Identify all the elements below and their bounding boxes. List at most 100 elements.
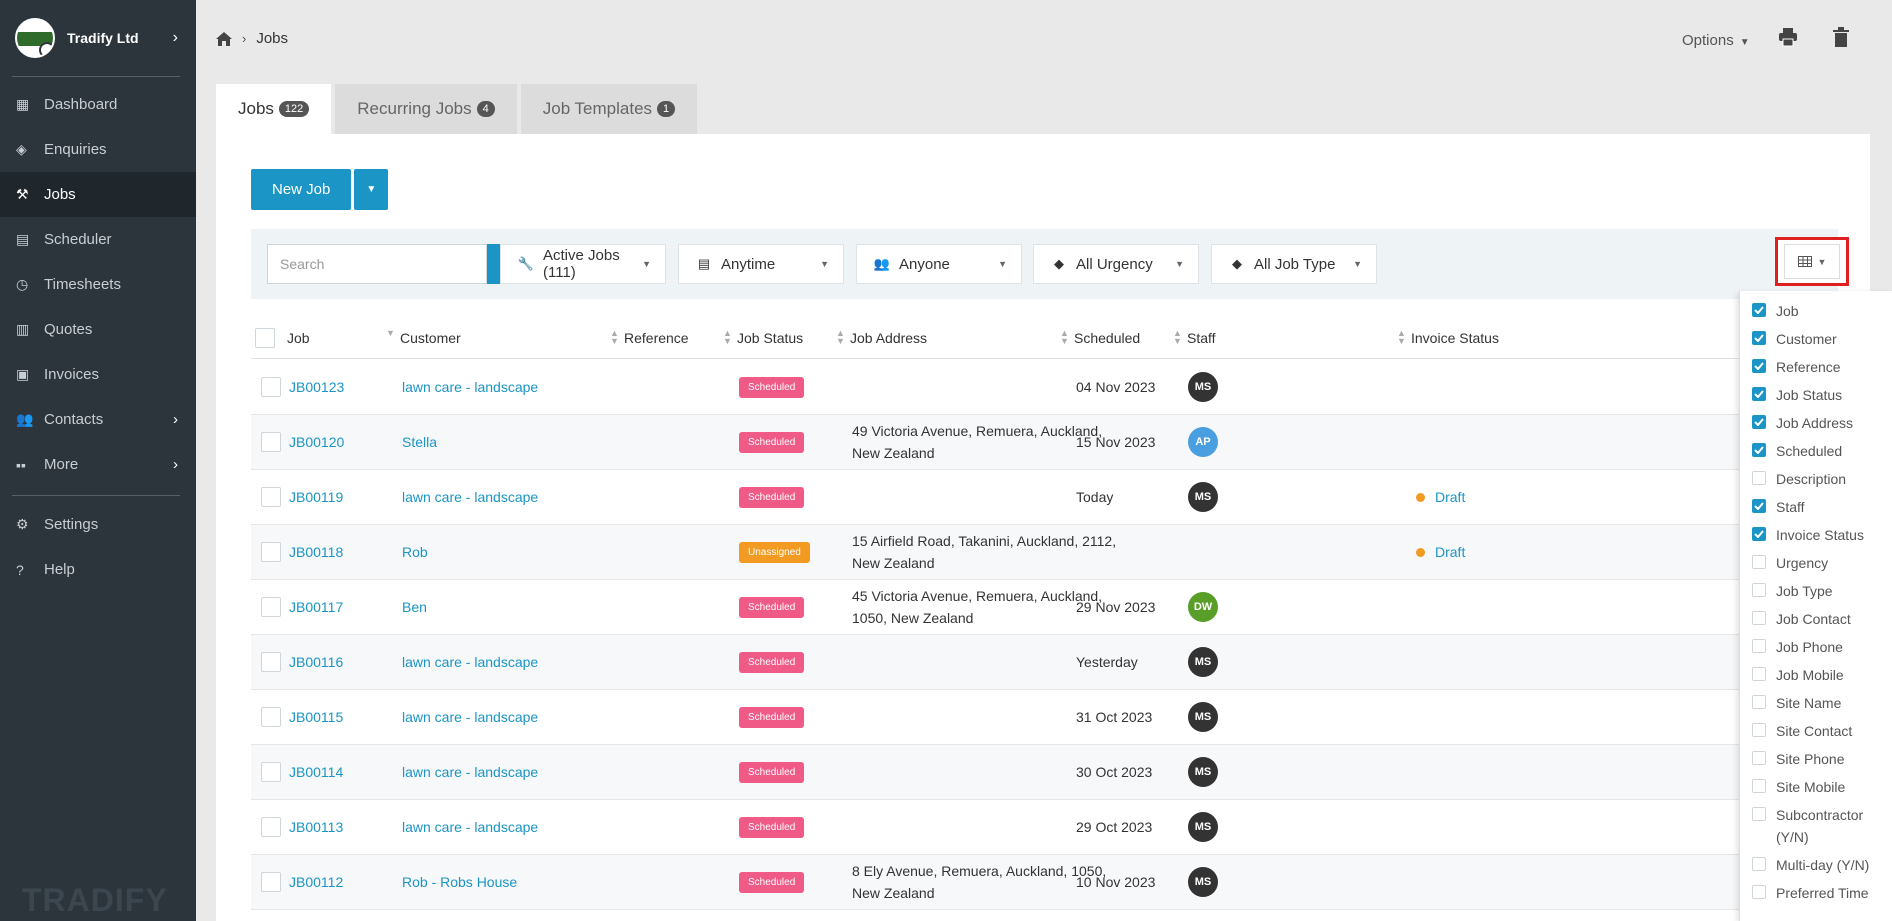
checkbox[interactable] [1752, 779, 1766, 793]
customer-link[interactable]: Rob [402, 525, 428, 579]
options-dropdown[interactable]: Options ▼ [1682, 32, 1750, 49]
row-checkbox[interactable] [261, 707, 281, 727]
table-row[interactable]: JB00116 lawn care - landscape Scheduled Yes… [251, 635, 1838, 690]
column-picker-button[interactable]: ▼ [1784, 244, 1840, 279]
row-checkbox[interactable] [261, 597, 281, 617]
checkbox[interactable] [1752, 857, 1766, 871]
sort-icon[interactable]: ▲ ▼ [1173, 329, 1182, 346]
table-row[interactable]: JB00117 Ben Scheduled 45 Victoria Avenue, R… [251, 580, 1838, 635]
checkbox[interactable] [1752, 611, 1766, 625]
column-option[interactable]: Site Contact [1740, 711, 1892, 739]
column-option[interactable]: Job Address [1740, 403, 1892, 431]
checkbox[interactable] [1752, 751, 1766, 765]
sidebar-item-settings[interactable]: ⚙ Settings [0, 502, 196, 547]
job-number-link[interactable]: JB00116 [289, 635, 343, 689]
customer-link[interactable]: Rob - Robs House [402, 855, 517, 909]
column-header-invoice-status[interactable]: Invoice Status [1411, 316, 1499, 359]
sidebar-item-timesheets[interactable]: ◷ Timesheets [0, 262, 196, 307]
new-job-button[interactable]: New Job [251, 169, 352, 210]
select-all-checkbox[interactable] [255, 316, 275, 359]
customer-link[interactable]: lawn care - landscape [402, 745, 538, 799]
column-header-reference[interactable]: Reference [624, 316, 689, 359]
customer-link[interactable]: lawn care - landscape [402, 635, 538, 689]
checkbox[interactable] [1752, 885, 1766, 899]
search-input[interactable]: Search [267, 244, 487, 284]
row-checkbox[interactable] [261, 817, 281, 837]
sort-icon[interactable]: ▲ ▼ [723, 329, 732, 346]
job-number-link[interactable]: JB00119 [289, 470, 343, 524]
checkbox[interactable] [1752, 723, 1766, 737]
checkbox[interactable] [1752, 415, 1766, 429]
job-number-link[interactable]: JB00115 [289, 690, 343, 744]
checkbox[interactable] [1752, 331, 1766, 345]
column-option[interactable]: Site Phone [1740, 739, 1892, 767]
column-option[interactable]: Job Phone [1740, 627, 1892, 655]
table-row[interactable]: JB00115 lawn care - landscape Scheduled 31 … [251, 690, 1838, 745]
table-row[interactable]: JB00118 Rob Unassigned 15 Airfield Road, Ta… [251, 525, 1838, 580]
column-option[interactable]: Job Contact [1740, 599, 1892, 627]
print-icon[interactable] [1778, 27, 1798, 47]
sidebar-item-more[interactable]: ▪▪ More › [0, 442, 196, 487]
new-job-dropdown-button[interactable]: ▼ [354, 169, 389, 210]
checkbox[interactable] [1752, 303, 1766, 317]
invoice-status-link[interactable]: Draft [1416, 544, 1465, 560]
checkbox[interactable] [1752, 387, 1766, 401]
job-number-link[interactable]: JB00112 [289, 855, 343, 909]
row-checkbox[interactable] [261, 872, 281, 892]
column-option[interactable]: Customer [1740, 319, 1892, 347]
column-option[interactable]: Multi-day (Y/N) [1740, 845, 1892, 873]
checkbox[interactable] [1752, 555, 1766, 569]
job-type-filter[interactable]: ◆ All Job Type ▼ [1211, 244, 1377, 284]
column-option[interactable]: Description [1740, 459, 1892, 487]
column-header-job[interactable]: Job [287, 316, 310, 359]
tab-jobs[interactable]: Jobs 122 [216, 84, 332, 134]
staff-filter[interactable]: 👥 Anyone ▼ [856, 244, 1022, 284]
column-header-job-address[interactable]: Job Address [850, 316, 927, 359]
table-row[interactable]: JB00123 lawn care - landscape Scheduled 04 … [251, 360, 1838, 415]
checkbox[interactable] [1752, 667, 1766, 681]
job-number-link[interactable]: JB00117 [289, 580, 343, 634]
checkbox[interactable] [1752, 807, 1766, 821]
checkbox[interactable] [1752, 499, 1766, 513]
sort-icon[interactable]: ▲ ▼ [836, 329, 845, 346]
checkbox[interactable] [1752, 443, 1766, 457]
urgency-filter[interactable]: ◆ All Urgency ▼ [1033, 244, 1199, 284]
customer-link[interactable]: Stella [402, 415, 437, 469]
checkbox[interactable] [1752, 583, 1766, 597]
column-option[interactable]: Site Mobile [1740, 767, 1892, 795]
column-option[interactable]: Job Type [1740, 571, 1892, 599]
table-row[interactable]: JB00114 lawn care - landscape Scheduled 30 … [251, 745, 1838, 800]
customer-link[interactable]: Ben [402, 580, 427, 634]
column-option[interactable]: Staff [1740, 487, 1892, 515]
tab-job-templates[interactable]: Job Templates 1 [520, 84, 698, 134]
sort-icon[interactable]: ▲ ▼ [1060, 329, 1069, 346]
sidebar-item-enquiries[interactable]: ◈ Enquiries [0, 127, 196, 172]
home-icon[interactable] [216, 31, 232, 46]
column-option[interactable]: Urgency [1740, 543, 1892, 571]
sidebar-item-scheduler[interactable]: ▤ Scheduler [0, 217, 196, 262]
row-checkbox[interactable] [261, 762, 281, 782]
column-option[interactable]: Invoice Status [1740, 515, 1892, 543]
account-switcher[interactable]: Tradify Ltd › [0, 0, 196, 76]
checkbox[interactable] [1752, 639, 1766, 653]
invoice-status-link[interactable]: Draft [1416, 489, 1465, 505]
job-number-link[interactable]: JB00113 [289, 800, 343, 854]
customer-link[interactable]: lawn care - landscape [402, 470, 538, 524]
table-row[interactable]: JB00112 Rob - Robs House Scheduled 8 Ely Av… [251, 855, 1838, 910]
sidebar-item-jobs[interactable]: ⚒ Jobs [0, 172, 196, 217]
table-row[interactable]: JB00120 Stella Scheduled 49 Victoria Avenue… [251, 415, 1838, 470]
checkbox[interactable] [1752, 359, 1766, 373]
column-option[interactable]: Site Name [1740, 683, 1892, 711]
sidebar-item-dashboard[interactable]: ▦ Dashboard [0, 82, 196, 127]
row-checkbox[interactable] [261, 542, 281, 562]
customer-link[interactable]: lawn care - landscape [402, 360, 538, 414]
row-checkbox[interactable] [261, 432, 281, 452]
sort-icon[interactable]: ▼ [386, 329, 395, 338]
column-option[interactable]: Subcontractor (Y/N) [1740, 795, 1892, 845]
column-header-staff[interactable]: Staff [1187, 316, 1216, 359]
checkbox[interactable] [1752, 527, 1766, 541]
sidebar-item-quotes[interactable]: ▥ Quotes [0, 307, 196, 352]
row-checkbox[interactable] [261, 487, 281, 507]
checkbox[interactable] [1752, 471, 1766, 485]
row-checkbox[interactable] [261, 652, 281, 672]
